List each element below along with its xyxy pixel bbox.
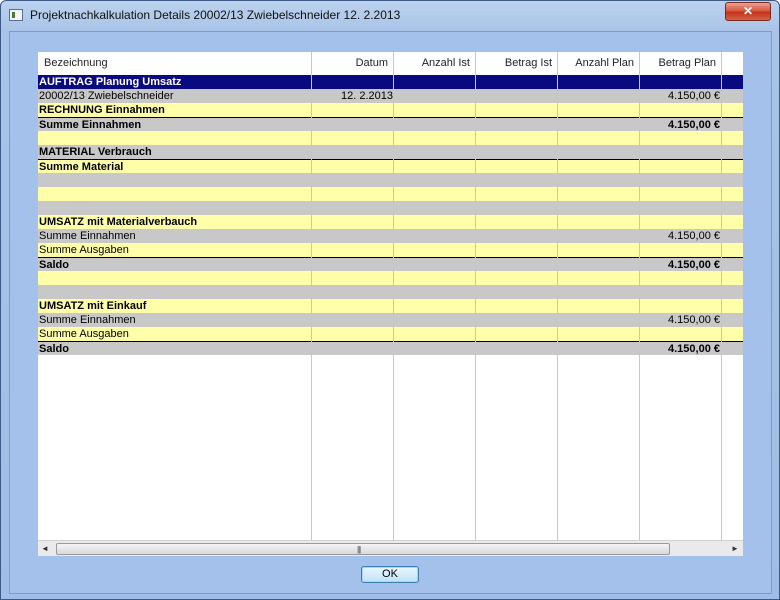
ok-button[interactable]: OK — [361, 566, 419, 583]
cell-datum — [313, 215, 393, 229]
cell-bezeichnung: 20002/13 Zwiebelschneider — [39, 90, 174, 102]
table-row[interactable]: UMSATZ mit Einkauf — [38, 299, 743, 313]
cell-bezeichnung: UMSATZ mit Materialverbauch — [39, 216, 198, 228]
column-header-betrag-ist[interactable]: Betrag Ist — [475, 52, 557, 74]
calculation-table[interactable]: Bezeichnung Datum Anzahl Ist Betrag Ist … — [38, 52, 743, 540]
table-row[interactable] — [38, 271, 743, 285]
table-row[interactable] — [38, 201, 743, 215]
cell-betrag-plan — [641, 160, 720, 174]
cell-bezeichnung — [39, 131, 309, 145]
cell-datum — [313, 229, 393, 243]
app-icon — [9, 9, 23, 21]
cell-betrag-plan: 4.150,00 € — [668, 119, 720, 131]
cell-datum — [313, 285, 393, 299]
cell-bezeichnung: Summe Einnahmen — [39, 119, 142, 131]
column-header-anzahl-plan[interactable]: Anzahl Plan — [557, 52, 639, 74]
cell-datum — [313, 342, 393, 356]
cell-datum — [313, 258, 393, 272]
close-button[interactable]: ✕ — [725, 2, 771, 21]
cell-betrag-plan: 4.150,00 € — [668, 314, 720, 326]
cell-betrag-plan: 4.150,00 € — [668, 230, 720, 242]
table-row[interactable]: Summe Ausgaben — [38, 243, 743, 257]
cell-bezeichnung: RECHNUNG Einnahmen — [39, 104, 165, 116]
cell-betrag-plan — [641, 327, 720, 341]
cell-bezeichnung — [39, 201, 309, 215]
scroll-right-icon[interactable]: ► — [730, 544, 740, 554]
table-row[interactable]: Saldo 4.150,00 € — [38, 341, 743, 355]
cell-betrag-plan — [641, 75, 720, 89]
table-row[interactable]: Summe Ausgaben — [38, 327, 743, 341]
scrollbar-grip-icon: ||| — [357, 545, 361, 554]
cell-betrag-plan — [641, 173, 720, 187]
cell-datum — [313, 201, 393, 215]
table-row[interactable]: Summe Einnahmen 4.150,00 € — [38, 117, 743, 131]
table-header: Bezeichnung Datum Anzahl Ist Betrag Ist … — [38, 52, 743, 74]
cell-bezeichnung — [39, 173, 309, 187]
cell-betrag-plan — [641, 187, 720, 201]
cell-betrag-plan: 4.150,00 € — [668, 343, 720, 355]
cell-bezeichnung: Summe Material — [39, 161, 124, 173]
window-title: Projektnachkalkulation Details 20002/13 … — [30, 8, 401, 22]
cell-betrag-plan: 4.150,00 € — [668, 90, 720, 102]
scroll-left-icon[interactable]: ◄ — [40, 544, 50, 554]
cell-bezeichnung: Saldo — [39, 343, 69, 355]
scrollbar-thumb[interactable]: ||| — [56, 543, 670, 555]
cell-datum — [313, 75, 393, 89]
cell-bezeichnung: Summe Ausgaben — [39, 244, 129, 256]
cell-datum — [313, 173, 393, 187]
cell-datum — [313, 160, 393, 174]
cell-bezeichnung — [39, 271, 309, 285]
cell-betrag-plan — [641, 285, 720, 299]
table-row[interactable] — [38, 187, 743, 201]
cell-datum — [313, 145, 393, 159]
cell-betrag-plan — [641, 243, 720, 257]
table-row[interactable]: RECHNUNG Einnahmen — [38, 103, 743, 117]
cell-bezeichnung: Summe Einnahmen — [39, 314, 136, 326]
cell-betrag-plan — [641, 271, 720, 285]
cell-bezeichnung: Saldo — [39, 259, 69, 271]
table-row[interactable]: AUFTRAG Planung Umsatz — [38, 75, 743, 89]
cell-betrag-plan — [641, 201, 720, 215]
cell-bezeichnung: AUFTRAG Planung Umsatz — [39, 76, 182, 88]
cell-datum — [313, 327, 393, 341]
title-bar: Projektnachkalkulation Details 20002/13 … — [1, 1, 779, 29]
cell-betrag-plan — [641, 215, 720, 229]
cell-datum — [313, 131, 393, 145]
cell-datum — [313, 299, 393, 313]
cell-bezeichnung: Summe Ausgaben — [39, 328, 129, 340]
cell-bezeichnung: MATERIAL Verbrauch — [39, 146, 152, 158]
cell-bezeichnung — [39, 285, 309, 299]
cell-bezeichnung: Summe Einnahmen — [39, 230, 136, 242]
table-row[interactable] — [38, 285, 743, 299]
cell-betrag-plan: 4.150,00 € — [668, 259, 720, 271]
table-row[interactable]: Summe Einnahmen 4.150,00 € — [38, 313, 743, 327]
column-header-betrag-plan[interactable]: Betrag Plan — [639, 52, 721, 74]
table-row[interactable] — [38, 173, 743, 187]
cell-betrag-plan — [641, 103, 720, 117]
cell-datum — [313, 243, 393, 257]
table-row[interactable]: Summe Material — [38, 159, 743, 173]
cell-datum — [313, 118, 393, 132]
cell-datum — [313, 313, 393, 327]
horizontal-scrollbar[interactable]: ◄ ||| ► — [38, 540, 743, 556]
table-row[interactable]: Saldo 4.150,00 € — [38, 257, 743, 271]
column-header-anzahl-ist[interactable]: Anzahl Ist — [393, 52, 475, 74]
cell-datum — [313, 187, 393, 201]
cell-betrag-plan — [641, 131, 720, 145]
cell-bezeichnung: UMSATZ mit Einkauf — [39, 300, 147, 312]
cell-datum — [313, 271, 393, 285]
table-row[interactable]: 20002/13 Zwiebelschneider 12. 2.2013 4.150… — [38, 89, 743, 103]
cell-betrag-plan — [641, 299, 720, 313]
cell-datum — [313, 103, 393, 117]
table-row[interactable]: Summe Einnahmen 4.150,00 € — [38, 229, 743, 243]
cell-bezeichnung — [39, 187, 309, 201]
column-header-bezeichnung[interactable]: Bezeichnung — [38, 52, 311, 74]
table-row[interactable] — [38, 131, 743, 145]
column-header-datum[interactable]: Datum — [311, 52, 393, 74]
cell-datum: 12. 2.2013 — [341, 90, 393, 102]
table-row[interactable]: UMSATZ mit Materialverbauch — [38, 215, 743, 229]
table-row[interactable]: MATERIAL Verbrauch — [38, 145, 743, 159]
cell-betrag-plan — [641, 145, 720, 159]
